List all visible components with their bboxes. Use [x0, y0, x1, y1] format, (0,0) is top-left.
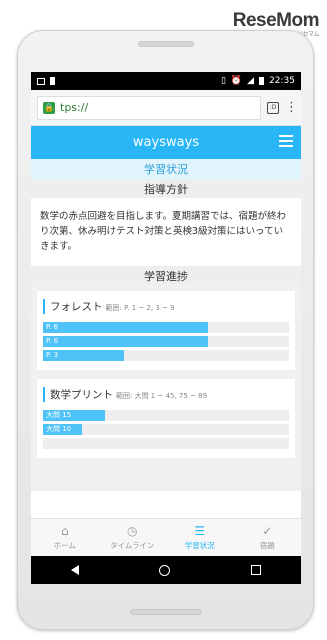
progress-bar: P. 6 — [43, 336, 208, 347]
earpiece-speaker — [138, 41, 194, 47]
card-range: 範囲: P. 1 ~ 2, 3 ~ 9 — [105, 304, 175, 312]
policy-heading: 指導方針 — [31, 179, 301, 198]
bottom-navigation: ⌂ ホーム ◷ タイムライン ☰ 学習状況 ✓ 宿題 — [31, 518, 301, 556]
app-header: waysways — [31, 126, 301, 159]
nav-timeline[interactable]: ◷ タイムライン — [99, 519, 167, 556]
hamburger-menu-icon[interactable] — [279, 135, 293, 150]
current-tab-label: 学習状況 — [31, 159, 301, 179]
phone-notification-icon — [50, 77, 55, 85]
progress-bar: 大問 10 — [43, 424, 83, 435]
progress-bar: 大問 15 — [43, 410, 105, 421]
progress-track — [43, 438, 289, 449]
card-title: 数学プリント — [50, 389, 113, 401]
app-title: waysways — [132, 135, 200, 150]
browser-toolbar: 🔒 tps:// :D ⋮ — [31, 90, 301, 126]
recent-apps-icon[interactable] — [250, 565, 261, 575]
card-title: フォレスト — [50, 301, 103, 313]
progress-track: P. 6 — [43, 336, 289, 347]
address-bar[interactable]: 🔒 tps:// — [37, 95, 261, 120]
policy-text: 数学の赤点回避を目指します。夏期講習では、宿題が終わり次第、休み明けテスト対策と… — [40, 211, 287, 252]
vibrate-icon: ▯ — [220, 76, 226, 86]
back-icon[interactable] — [71, 565, 80, 575]
progress-bar: P. 6 — [43, 322, 208, 333]
home-button-icon[interactable] — [159, 564, 171, 576]
progress-track: 大問 15 — [43, 410, 289, 421]
status-bar: ▯ ⏰ ◢ 22:35 — [31, 72, 301, 90]
phone-frame: ▯ ⏰ ◢ 22:35 🔒 tps:// :D ⋮ waysways 学習状況 … — [17, 30, 314, 630]
progress-list: フォレスト 範囲: P. 1 ~ 2, 3 ~ 9 P. 6 P. 6 P. 3… — [31, 285, 301, 491]
progress-card: 数学プリント 範囲: 大問 1 ~ 45, 75 ~ 89 大問 15 大問 1… — [37, 379, 295, 458]
card-range: 範囲: 大問 1 ~ 45, 75 ~ 89 — [116, 392, 208, 400]
lock-icon: 🔒 — [43, 101, 55, 114]
progress-track: P. 6 — [43, 322, 289, 333]
battery-icon — [259, 77, 265, 85]
bottom-speaker — [130, 609, 202, 615]
image-notification-icon — [37, 77, 45, 85]
url-text: tps:// — [60, 101, 89, 114]
browser-menu-icon[interactable]: ⋮ — [285, 101, 298, 114]
home-icon: ⌂ — [60, 523, 69, 538]
signal-icon: ◢ — [247, 76, 255, 86]
progress-bar: P. 3 — [43, 350, 125, 361]
nav-home[interactable]: ⌂ ホーム — [31, 519, 99, 556]
nav-homework[interactable]: ✓ 宿題 — [234, 519, 302, 556]
clock-icon: ◷ — [127, 523, 138, 538]
checklist-icon: ✓ — [262, 523, 273, 538]
phone-screen: ▯ ⏰ ◢ 22:35 🔒 tps:// :D ⋮ waysways 学習状況 … — [31, 72, 301, 584]
progress-card: フォレスト 範囲: P. 1 ~ 2, 3 ~ 9 P. 6 P. 6 P. 3 — [37, 291, 295, 370]
list-icon: ☰ — [194, 523, 206, 538]
android-navigation-bar — [31, 556, 301, 584]
progress-track: P. 3 — [43, 350, 289, 361]
progress-track: 大問 10 — [43, 424, 289, 435]
tab-switcher-icon[interactable]: :D — [267, 101, 279, 114]
clock-text: 22:35 — [269, 76, 295, 86]
alarm-icon: ⏰ — [230, 76, 243, 86]
progress-heading: 学習進捗 — [31, 266, 301, 285]
nav-study-status[interactable]: ☰ 学習状況 — [166, 519, 234, 556]
